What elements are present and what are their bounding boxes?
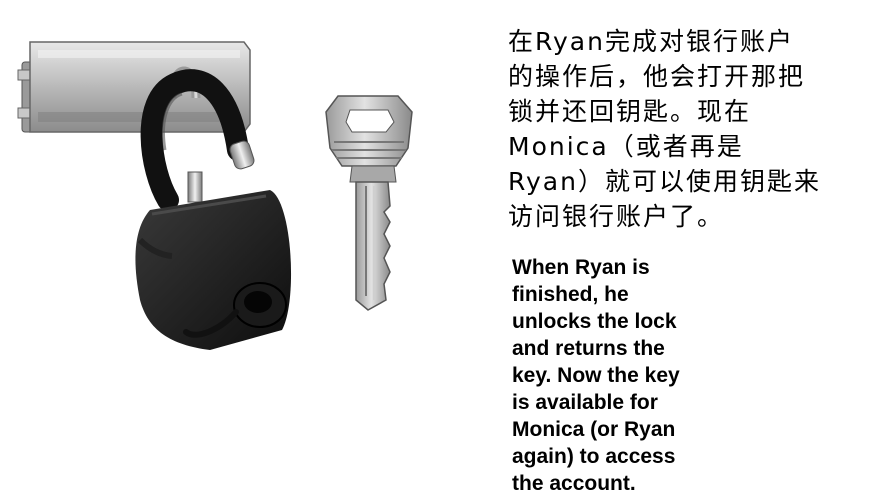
padlock	[135, 190, 292, 350]
english-caption-line: unlocks the lock	[512, 310, 677, 333]
english-caption-line: Monica (or Ryan	[512, 418, 676, 441]
english-caption-line: again) to access	[512, 445, 676, 468]
english-caption-line: When Ryan is	[512, 256, 650, 279]
chinese-caption-line: 访问银行账户了。	[508, 202, 725, 231]
english-caption-line: key. Now the key	[512, 364, 680, 387]
chinese-caption-line: 的操作后，他会打开那把	[508, 62, 806, 91]
english-caption-line: finished, he	[512, 283, 629, 306]
key	[325, 95, 413, 311]
english-caption: When Ryan is finished, he unlocks the lo…	[512, 254, 852, 497]
chinese-caption-line: 在Ryan完成对银行账户	[508, 27, 794, 56]
chinese-caption: 在Ryan完成对银行账户 的操作后，他会打开那把 锁并还回钥匙。现在 Monic…	[508, 24, 858, 234]
chinese-caption-line: 锁并还回钥匙。现在	[508, 97, 752, 126]
lock-and-key-illustration	[17, 41, 413, 350]
english-caption-line: and returns the	[512, 337, 665, 360]
english-caption-line: the account.	[512, 472, 636, 495]
chinese-caption-line: Monica（或者再是	[508, 132, 744, 161]
english-caption-line: is available for	[512, 391, 658, 414]
chinese-caption-line: Ryan）就可以使用钥匙来	[508, 167, 821, 196]
